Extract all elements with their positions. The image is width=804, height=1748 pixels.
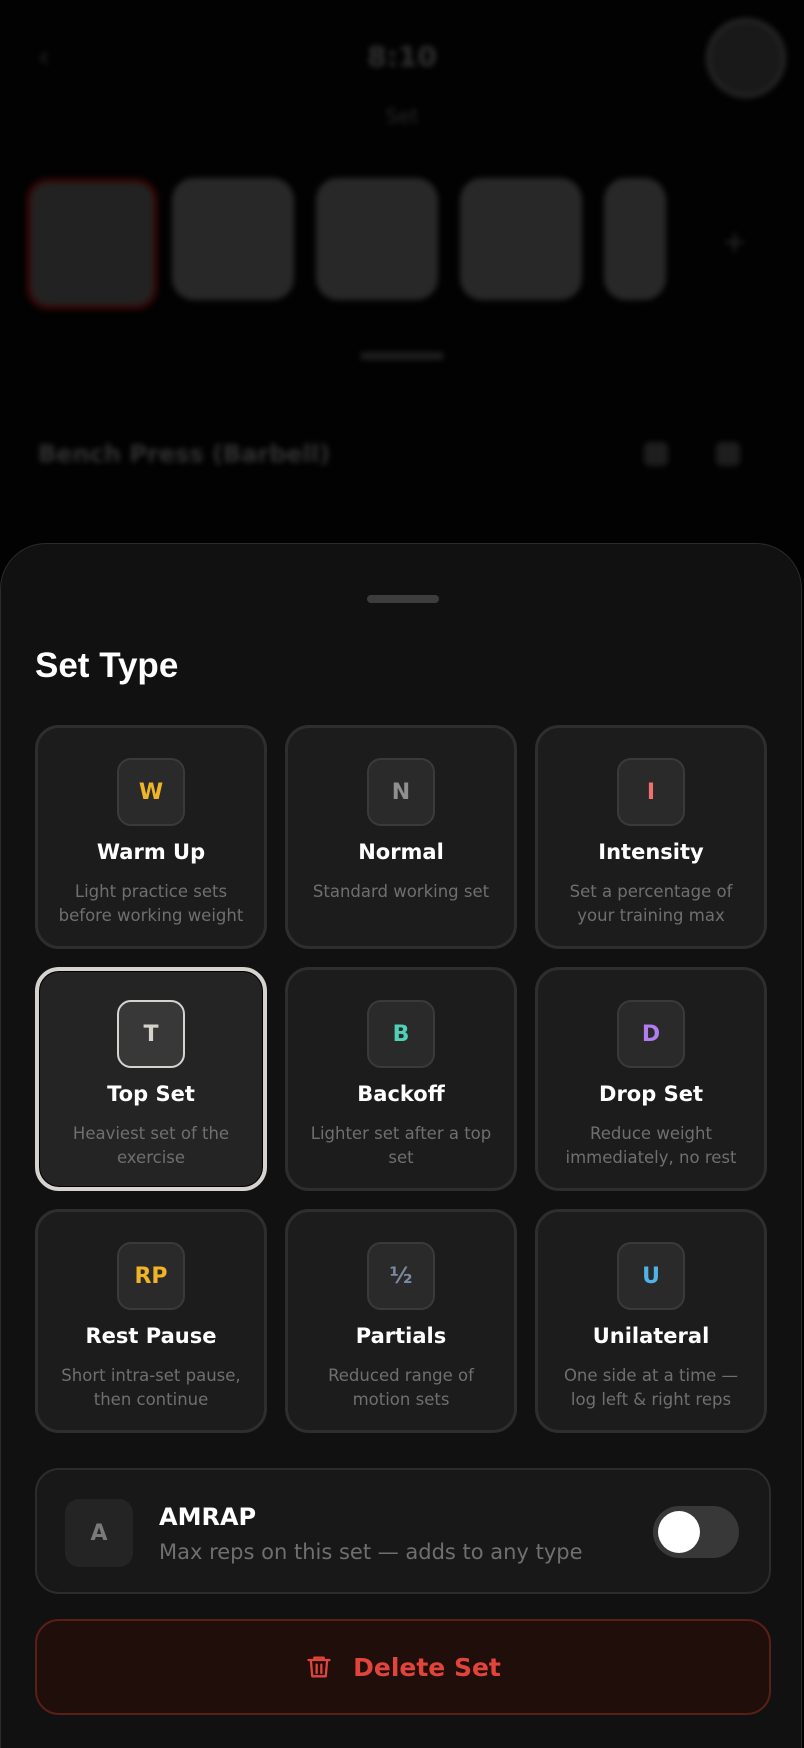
set-type-title: Backoff (357, 1082, 445, 1106)
amrap-title: AMRAP (159, 1503, 257, 1531)
amrap-toggle[interactable] (653, 1506, 739, 1558)
set-type-description: Standard working set (312, 882, 490, 901)
workout-timer: 8:10 (367, 40, 437, 73)
set-type-description: Reduce weight immediately, no rest (565, 1124, 737, 1167)
exercise-thumbnail[interactable] (604, 178, 666, 300)
set-type-card-normal[interactable]: N Normal Standard working set (285, 725, 517, 949)
set-type-badge: W (117, 758, 185, 826)
set-type-badge: I (617, 758, 685, 826)
exercise-title: Bench Press (Barbell) (38, 440, 331, 468)
set-type-title: Rest Pause (85, 1324, 217, 1348)
set-type-title: Drop Set (599, 1082, 703, 1106)
set-type-badge: B (367, 1000, 435, 1068)
set-type-badge: T (117, 1000, 185, 1068)
set-type-title: Warm Up (96, 840, 206, 864)
amrap-description: Max reps on this set — adds to any type (159, 1540, 583, 1564)
set-type-card-top-set[interactable]: T Top Set Heaviest set of the exercise (35, 967, 267, 1191)
set-type-badge: D (617, 1000, 685, 1068)
set-type-grid: W Warm Up Light practice sets before wor… (35, 725, 771, 1433)
page-indicator (360, 352, 444, 360)
exercise-action-icon[interactable] (644, 442, 668, 466)
set-type-title: Intensity (598, 840, 704, 864)
set-type-badge: ½ (367, 1242, 435, 1310)
sheet-title: Set Type (35, 646, 179, 685)
set-type-description: Short intra-set pause, then continue (61, 1366, 241, 1409)
set-type-title: Unilateral (592, 1324, 710, 1348)
set-type-description: One side at a time — log left & right re… (563, 1366, 739, 1409)
sheet-grabber[interactable] (367, 595, 439, 603)
screen: ‹ 8:10 Set + Bench Press (Barbell) Set T… (0, 0, 804, 1748)
exercise-thumbnail[interactable] (316, 178, 438, 300)
toggle-knob (658, 1511, 700, 1553)
avatar[interactable] (706, 18, 786, 98)
set-type-card-intensity[interactable]: I Intensity Set a percentage of your tra… (535, 725, 767, 949)
set-type-description: Set a percentage of your training max (569, 882, 733, 925)
set-type-sheet: Set Type W Warm Up Light practice sets b… (0, 543, 802, 1748)
set-type-title: Partials (355, 1324, 447, 1348)
amrap-row[interactable]: A AMRAP Max reps on this set — adds to a… (35, 1468, 771, 1594)
workout-subtitle: Set (385, 104, 419, 128)
set-type-description: Reduced range of motion sets (328, 1366, 474, 1409)
set-type-card-drop-set[interactable]: D Drop Set Reduce weight immediately, no… (535, 967, 767, 1191)
amrap-badge: A (65, 1499, 133, 1567)
set-type-badge: RP (117, 1242, 185, 1310)
set-type-description: Light practice sets before working weigh… (58, 882, 244, 925)
exercise-thumbnail[interactable] (172, 178, 294, 300)
set-type-badge: U (617, 1242, 685, 1310)
set-type-card-warm-up[interactable]: W Warm Up Light practice sets before wor… (35, 725, 267, 949)
set-type-title: Normal (358, 840, 444, 864)
set-type-title: Top Set (107, 1082, 195, 1106)
delete-set-button[interactable]: Delete Set (35, 1619, 771, 1715)
exercise-menu-icon[interactable] (716, 442, 740, 466)
exercise-thumbnail[interactable] (460, 178, 582, 300)
set-type-card-backoff[interactable]: B Backoff Lighter set after a top set (285, 967, 517, 1191)
set-type-card-rest-pause[interactable]: RP Rest Pause Short intra-set pause, the… (35, 1209, 267, 1433)
set-type-card-partials[interactable]: ½ Partials Reduced range of motion sets (285, 1209, 517, 1433)
trash-icon (307, 1656, 331, 1678)
set-type-badge: N (367, 758, 435, 826)
exercise-thumbnail[interactable] (26, 178, 158, 310)
set-type-description: Heaviest set of the exercise (72, 1124, 230, 1167)
add-exercise-icon[interactable]: + (722, 225, 747, 260)
set-type-card-unilateral[interactable]: U Unilateral One side at a time — log le… (535, 1209, 767, 1433)
delete-set-label: Delete Set (353, 1652, 501, 1682)
set-type-description: Lighter set after a top set (310, 1124, 492, 1167)
